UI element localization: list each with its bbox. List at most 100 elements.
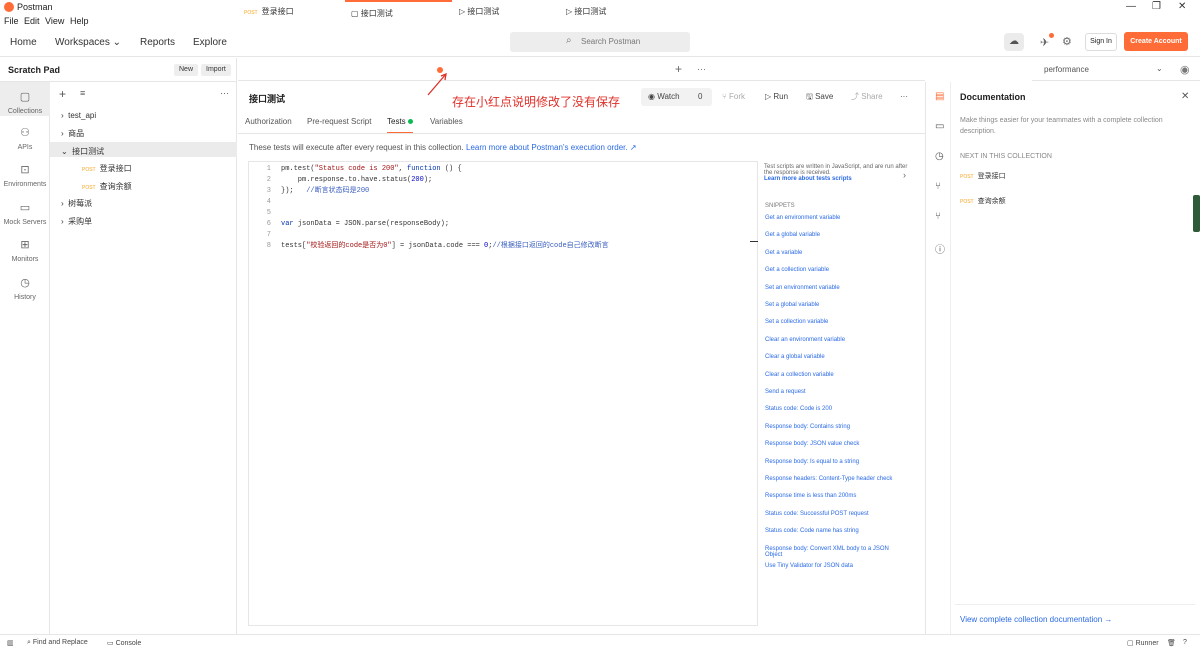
snippet-link[interactable]: Get an environment variable [765, 215, 905, 221]
chevron-right-icon: › [61, 199, 64, 208]
tab-tests[interactable]: Tests [387, 117, 413, 134]
rail-history[interactable]: ◷ History [0, 276, 50, 301]
snippet-link[interactable]: Response body: Convert XML body to a JSO… [765, 546, 905, 558]
menu-edit[interactable]: Edit [24, 16, 40, 26]
comments-icon[interactable]: ▭ [935, 121, 944, 132]
snippet-link[interactable]: Status code: Code is 200 [765, 406, 905, 412]
menu-view[interactable]: View [45, 16, 64, 26]
snippet-link[interactable]: Get a collection variable [765, 267, 905, 273]
nav-workspaces[interactable]: Workspaces ⌄ [55, 37, 121, 48]
snippet-link[interactable]: Clear a global variable [765, 354, 905, 360]
minimize-icon[interactable]: — [1126, 1, 1136, 12]
snippet-link[interactable]: Get a global variable [765, 232, 905, 238]
nav-explore[interactable]: Explore [193, 37, 227, 48]
menu-help[interactable]: Help [70, 16, 89, 26]
run-button[interactable]: ▷ Run [765, 88, 788, 106]
snippet-link[interactable]: Set a global variable [765, 302, 905, 308]
snippet-link[interactable]: Response time is less than 200ms [765, 493, 905, 499]
collection-raspberry[interactable]: › 树莓派 [61, 198, 92, 209]
nav-reports[interactable]: Reports [140, 37, 175, 48]
learn-tests-link[interactable]: Learn more about tests scripts [764, 176, 852, 182]
close-window-icon[interactable]: ✕ [1178, 1, 1186, 12]
sync-cloud-icon[interactable]: ☁ [1004, 33, 1024, 51]
rail-apis[interactable]: ⚇ APIs [0, 126, 50, 151]
fork-list-icon[interactable]: ⑂ [935, 211, 941, 222]
rail-environments[interactable]: ⊡ Environments [0, 163, 50, 188]
code-content[interactable]: pm.test("Status code is 200", function (… [281, 164, 609, 252]
doc-item-balance[interactable]: POST 查询余额 [960, 196, 1006, 206]
collection-goods[interactable]: › 商品 [61, 128, 84, 139]
sign-in-button[interactable]: Sign In [1085, 33, 1117, 51]
more-options-icon[interactable]: ··· [900, 88, 908, 106]
snippet-link[interactable]: Clear an environment variable [765, 337, 905, 343]
pull-request-icon[interactable]: ⑂ [935, 181, 941, 192]
environments-icon: ⊡ [20, 164, 30, 176]
share-button[interactable]: ⤴ Share [851, 88, 883, 106]
snippet-link[interactable]: Status code: Code name has string [765, 528, 905, 534]
more-tabs-icon[interactable]: ··· [697, 64, 706, 74]
tab-login[interactable]: POST 登录接口 [238, 0, 344, 23]
snippet-link[interactable]: Clear a collection variable [765, 372, 905, 378]
save-button[interactable]: 🖫 Save [806, 88, 833, 106]
changelog-icon[interactable]: ◷ [935, 151, 944, 162]
collection-icon: ▢ [351, 9, 359, 18]
more-icon[interactable]: ··· [220, 88, 229, 98]
close-icon[interactable]: ✕ [1181, 91, 1189, 102]
import-button[interactable]: Import [201, 64, 231, 76]
find-replace[interactable]: ⌕ Find and Replace [27, 639, 88, 647]
tab-interface-test-active[interactable]: ▢ 接口测试 [345, 0, 452, 23]
request-login[interactable]: POST 登录接口 [82, 163, 132, 174]
snippet-link[interactable]: Response body: Contains string [765, 424, 905, 430]
fork-button[interactable]: ⑂ Fork [722, 88, 745, 106]
status-bar: ▥ ⌕ Find and Replace ▭ Console ▢ Runner … [0, 634, 1200, 651]
scrollbar-thumb[interactable] [1193, 195, 1200, 232]
rail-collections[interactable]: ▢ Collections [0, 82, 50, 116]
help-icon[interactable]: ? [1183, 639, 1187, 646]
menu-file[interactable]: File [4, 16, 19, 26]
rail-monitors[interactable]: ⊞ Monitors [0, 238, 50, 263]
collection-interface-test[interactable]: ⌄ 接口测试 [61, 146, 104, 157]
documentation-icon[interactable]: ▤ [935, 91, 944, 102]
environment-selector[interactable]: performance ⌄ [1032, 58, 1200, 81]
runner[interactable]: ▢ Runner [1127, 639, 1159, 647]
info-icon[interactable]: ⓘ [935, 241, 945, 256]
snippet-link[interactable]: Send a request [765, 389, 905, 395]
view-documentation-link[interactable]: View complete collection documentation → [960, 615, 1112, 624]
add-icon[interactable]: + [59, 87, 66, 101]
collection-purchase[interactable]: › 采购单 [61, 216, 92, 227]
snippet-link[interactable]: Get a variable [765, 250, 905, 256]
execution-order-link[interactable]: Learn more about Postman's execution ord… [466, 143, 637, 152]
collapse-chevron-icon[interactable]: › [903, 170, 906, 180]
collection-test-api[interactable]: › test_api [61, 111, 96, 120]
new-button[interactable]: New [174, 64, 199, 76]
tab-interface-test-3[interactable]: ▷ 接口测试 [560, 0, 666, 23]
snippet-link[interactable]: Set an environment variable [765, 285, 905, 291]
tab-variables[interactable]: Variables [430, 117, 463, 126]
restore-icon[interactable]: ❐ [1152, 1, 1161, 12]
tab-interface-test-2[interactable]: ▷ 接口测试 [453, 0, 559, 23]
tab-pre-request-script[interactable]: Pre-request Script [307, 117, 371, 126]
trash-icon[interactable]: 🗑 [1167, 639, 1176, 647]
snippet-link[interactable]: Response body: Is equal to a string [765, 459, 905, 465]
sidebar-toggle-icon[interactable]: ▥ [7, 639, 14, 647]
request-balance[interactable]: POST 查询余额 [82, 181, 132, 192]
doc-item-login[interactable]: POST 登录接口 [960, 171, 1006, 181]
nav-home[interactable]: Home [10, 37, 37, 48]
create-account-button[interactable]: Create Account [1124, 32, 1188, 51]
documentation-description[interactable]: Make things easier for your teammates wi… [960, 115, 1170, 137]
watch-button[interactable]: ◉ Watch 0 [641, 88, 712, 106]
snippet-link[interactable]: Response headers: Content-Type header ch… [765, 476, 905, 482]
satellite-icon[interactable]: ✈ [1040, 36, 1049, 49]
eye-icon[interactable]: ◉ [1180, 63, 1190, 76]
tab-authorization[interactable]: Authorization [245, 117, 292, 126]
snippet-link[interactable]: Status code: Successful POST request [765, 511, 905, 517]
snippet-link[interactable]: Response body: JSON value check [765, 441, 905, 447]
gear-icon[interactable]: ⚙ [1062, 35, 1072, 48]
new-tab-icon[interactable]: + [675, 62, 682, 76]
snippet-link[interactable]: Use Tiny Validator for JSON data [765, 563, 905, 569]
filter-icon[interactable]: ≡ [80, 88, 85, 98]
rail-mock-servers[interactable]: ▭ Mock Servers [0, 201, 50, 226]
snippet-link[interactable]: Set a collection variable [765, 319, 905, 325]
cursor-marker [750, 241, 758, 242]
console[interactable]: ▭ Console [107, 639, 141, 647]
